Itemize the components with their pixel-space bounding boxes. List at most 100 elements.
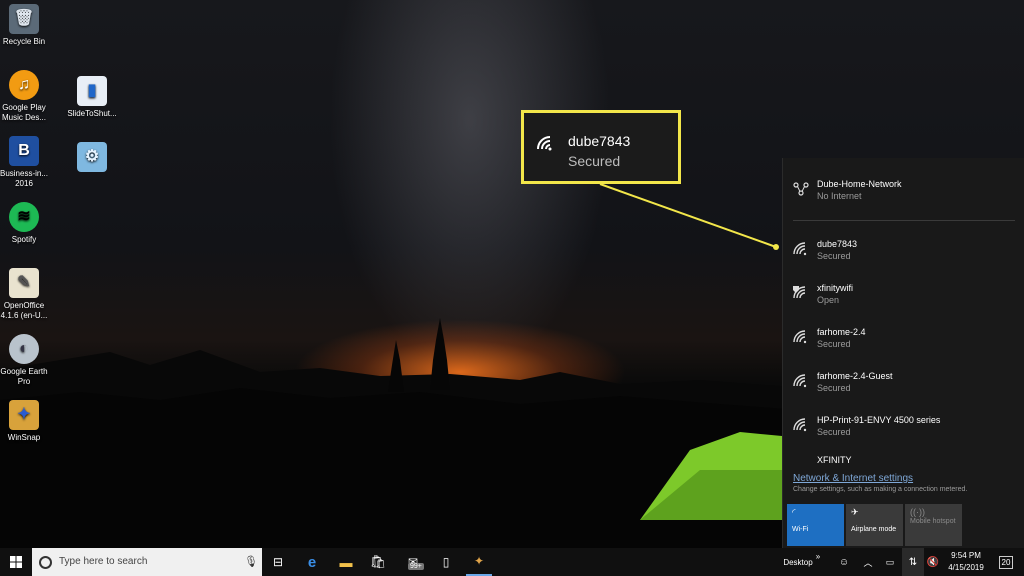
network-status: Open	[817, 295, 840, 305]
edge-button[interactable]: e	[298, 548, 326, 576]
search-placeholder: Type here to search	[59, 556, 148, 567]
action-center-button[interactable]: 20	[994, 548, 1018, 576]
desktop-icon-control-panel[interactable]: ⚙	[62, 142, 122, 175]
chevron-up-icon[interactable]: ︿	[860, 548, 876, 576]
windows-icon	[10, 556, 22, 568]
globe-icon: ◐	[9, 334, 39, 364]
battery-icon[interactable]: ▭	[880, 548, 900, 576]
desktop-icon-google-play-music[interactable]: ♫ Google Play Music Des...	[0, 70, 54, 123]
divider	[793, 220, 1015, 221]
winsnap-taskbar-button[interactable]: ✦	[466, 548, 492, 576]
network-name: farhome-2.4	[817, 327, 866, 337]
desktop-icon-label: Google Earth Pro	[0, 367, 48, 386]
phone-button[interactable]: ▯	[436, 548, 456, 576]
desktop-icon-recycle-bin[interactable]: 🗑 Recycle Bin	[0, 4, 54, 47]
connected-network[interactable]: Dube-Home-Network No Internet	[783, 176, 1024, 216]
desktop-icon-label: SlideToShut...	[67, 109, 117, 118]
airplane-icon: ✈	[851, 507, 859, 517]
network-name: Dube-Home-Network	[817, 179, 902, 189]
hotspot-icon: ((·))	[910, 507, 925, 517]
file-explorer-button[interactable]: ▬	[332, 548, 360, 576]
desktop-icon-label: Google Play Music Des...	[1, 103, 46, 122]
quick-action-label: Wi-Fi	[792, 526, 809, 533]
desktop-icon-google-earth[interactable]: ◐ Google Earth Pro	[0, 334, 54, 387]
store-button[interactable]: 🛍	[364, 548, 392, 576]
microphone-icon[interactable]: 🎙	[244, 555, 258, 568]
taskbar: Type here to search 🎙 ⊟ e ▬ 🛍 ✉ 99+ ▯ ✦ …	[0, 548, 1024, 576]
spotify-icon: ≋	[9, 202, 39, 232]
task-view-icon: ⊟	[272, 555, 284, 569]
wifi-icon	[537, 136, 552, 151]
network-item-hp-print[interactable]: HP-Print-91-ENVY 4500 series Secured	[783, 412, 1024, 452]
wifi-icon	[793, 242, 807, 256]
recycle-bin-icon: 🗑	[9, 4, 39, 34]
wifi-icon	[793, 374, 807, 388]
people-icon[interactable]: ☺	[834, 548, 854, 576]
task-view-button[interactable]: ⊟	[266, 548, 290, 576]
winsnap-icon: ✦	[9, 400, 39, 430]
ethernet-icon	[793, 182, 809, 196]
b-icon: B	[9, 136, 39, 166]
callout-highlight: dube7843 Secured	[521, 110, 681, 184]
folder-icon: ▬	[339, 554, 353, 570]
winsnap-icon: ✦	[473, 554, 485, 568]
wifi-icon: ◜	[792, 507, 796, 517]
desktop-icon-spotify[interactable]: ≋ Spotify	[0, 202, 54, 245]
airplane-mode-button[interactable]: ✈ Airplane mode	[846, 504, 903, 546]
network-item-farhome-guest[interactable]: farhome-2.4-Guest Secured	[783, 368, 1024, 408]
quick-action-label: Mobile hotspot	[910, 518, 956, 525]
desktop-icon-label: Recycle Bin	[2, 37, 46, 46]
chevron-double-right-icon[interactable]: »	[814, 542, 822, 570]
clock-time: 9:54 PM	[951, 551, 981, 560]
mobile-hotspot-button[interactable]: ((·)) Mobile hotspot	[905, 504, 962, 546]
network-tray-icon[interactable]: ⇅	[902, 548, 924, 576]
badge-count: 99+	[408, 563, 424, 570]
network-name: HP-Print-91-ENVY 4500 series	[817, 415, 941, 425]
desktop-icon-winsnap[interactable]: ✦ WinSnap	[0, 400, 54, 443]
network-settings-link[interactable]: Network & Internet settings	[793, 473, 913, 484]
network-name: dube7843	[817, 239, 858, 249]
network-settings-description: Change settings, such as making a connec…	[793, 486, 968, 493]
cortana-icon	[39, 556, 52, 569]
desktop-icon-label: WinSnap	[7, 433, 41, 442]
openoffice-icon: ✎	[9, 268, 39, 298]
wifi-shield-icon	[793, 286, 806, 299]
wifi-icon	[793, 330, 807, 344]
phone-icon: ▯	[442, 555, 450, 569]
network-item-dube7843[interactable]: dube7843 Secured	[783, 236, 1024, 276]
mail-button[interactable]: ✉ 99+	[396, 548, 430, 576]
callout-network-status: Secured	[568, 153, 621, 169]
callout-network-name: dube7843	[568, 133, 631, 149]
network-status: Secured	[817, 383, 851, 393]
volume-muted-icon[interactable]: 🔇	[924, 548, 942, 576]
taskbar-clock[interactable]: 9:54 PM 4/15/2019	[944, 550, 988, 574]
control-panel-icon: ⚙	[77, 142, 107, 172]
network-item-xfinitywifi[interactable]: xfinitywifi Open	[783, 280, 1024, 320]
notification-count: 20	[998, 555, 1014, 569]
store-icon: 🛍	[369, 554, 387, 569]
quick-action-label: Airplane mode	[851, 526, 897, 533]
network-item-farhome-2-4[interactable]: farhome-2.4 Secured	[783, 324, 1024, 364]
taskbar-search-box[interactable]: Type here to search 🎙	[32, 548, 262, 576]
wifi-toggle-button[interactable]: ◜ Wi-Fi	[787, 504, 844, 546]
desktop-toolbar[interactable]: Desktop	[780, 548, 816, 576]
network-status: No Internet	[817, 191, 862, 201]
desktop-icon-label: OpenOffice 4.1.6 (en-U...	[0, 301, 48, 320]
desktop-icon-openoffice[interactable]: ✎ OpenOffice 4.1.6 (en-U...	[0, 268, 54, 321]
desktop-icon-label: Business-in... 2016	[0, 169, 49, 188]
desktop-icon-slidetoshutdown[interactable]: ▮ SlideToShut...	[62, 76, 122, 119]
desktop-icon-business[interactable]: B Business-in... 2016	[0, 136, 54, 189]
network-status: Secured	[817, 251, 851, 261]
network-name: XFINITY	[817, 455, 852, 464]
edge-icon: e	[307, 553, 317, 571]
shortcut-icon: ▮	[77, 76, 107, 106]
network-item-xfinity[interactable]: XFINITY	[783, 454, 1024, 464]
wifi-icon	[793, 418, 807, 432]
headphones-icon: ♫	[9, 70, 39, 100]
network-status: Secured	[817, 339, 851, 349]
network-name: farhome-2.4-Guest	[817, 371, 893, 381]
network-flyout: Dube-Home-Network No Internet dube7843 S…	[782, 158, 1024, 548]
start-button[interactable]	[0, 548, 32, 576]
network-name: xfinitywifi	[817, 283, 854, 293]
network-status: Secured	[817, 427, 851, 437]
